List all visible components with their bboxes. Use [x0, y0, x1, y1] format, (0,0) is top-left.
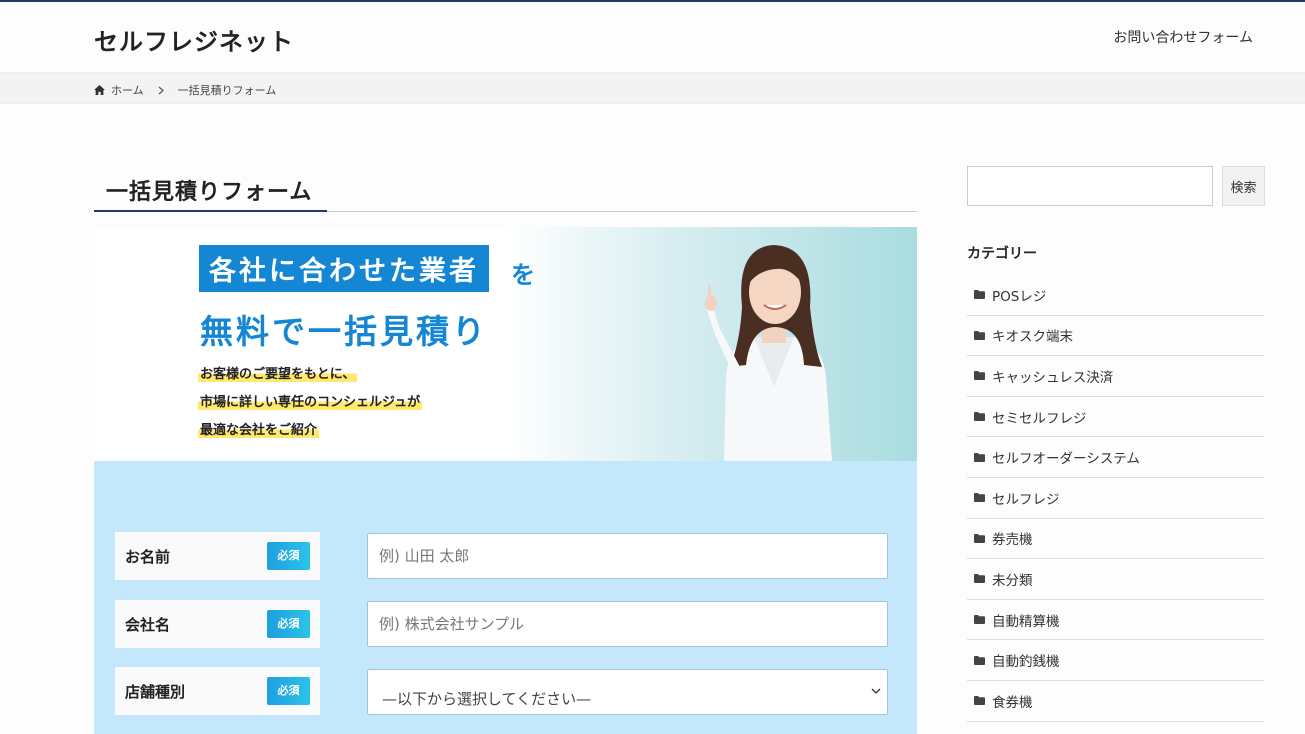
- folder-icon: [974, 452, 985, 462]
- category-label: 券売機: [992, 532, 1033, 549]
- concierge-woman-image: [705, 245, 832, 461]
- store-type-select[interactable]: —以下から選択してください—: [367, 669, 888, 715]
- form-label-text: お名前: [125, 548, 171, 566]
- folder-icon: [974, 290, 985, 300]
- form-label-text: 店舗種別: [125, 683, 186, 701]
- name-input[interactable]: [367, 533, 888, 579]
- sidebar: 検索 カテゴリー POSレジキオスク端末キャッシュレス決済 セミセルフレジセルフオ…: [967, 104, 1265, 734]
- folder-icon: [974, 655, 985, 665]
- category-label: セルフレジ: [992, 491, 1060, 508]
- form-label-company: 会社名 必須: [115, 600, 320, 648]
- required-badge: 必須: [267, 677, 310, 705]
- site-header: セルフレジネット お問い合わせフォーム: [0, 2, 1305, 72]
- search-button[interactable]: 検索: [1222, 166, 1265, 206]
- form-row-company: 会社名 必須: [115, 600, 888, 648]
- category-label: POSレジ: [992, 288, 1047, 305]
- hero-headline-suffix: を: [511, 261, 535, 289]
- category-item[interactable]: 食券機: [967, 681, 1264, 722]
- chevron-right-icon: [158, 86, 164, 94]
- category-item[interactable]: セミセルフレジ: [967, 397, 1264, 438]
- folder-icon: [974, 696, 985, 706]
- search-input[interactable]: [967, 166, 1213, 206]
- category-label: セルフオーダーシステム: [992, 451, 1140, 468]
- site-title[interactable]: セルフレジネット: [94, 22, 294, 57]
- hero-subtext-2: 市場に詳しい専任のコンシェルジュが: [198, 391, 423, 410]
- quote-form: お名前 必須 会社名 必須 店舗種別 必須 —以下から選択してください—: [94, 461, 917, 734]
- folder-icon: [974, 412, 985, 422]
- main-content: 一括見積りフォーム 各社に合わせた業者 を 無料で一括見積り お客様のご要望をも…: [94, 104, 917, 734]
- form-label-name: お名前 必須: [115, 532, 320, 580]
- category-heading: カテゴリー: [967, 246, 1037, 262]
- category-item[interactable]: 自動精算機: [967, 600, 1264, 641]
- form-label-text: 会社名: [125, 616, 171, 634]
- nav-contact-form-link[interactable]: お問い合わせフォーム: [1113, 27, 1253, 47]
- form-label-store-type: 店舗種別 必須: [115, 667, 320, 715]
- breadcrumb: ホーム 一括見積りフォーム: [0, 72, 1305, 104]
- category-label: 自動精算機: [992, 613, 1060, 630]
- chevron-down-icon: [871, 688, 881, 694]
- hero-title: 無料で一括見積り: [200, 312, 488, 351]
- category-list: POSレジキオスク端末キャッシュレス決済 セミセルフレジセルフオーダーシステム セル…: [967, 275, 1264, 722]
- category-item[interactable]: セルフレジ: [967, 478, 1264, 519]
- folder-icon: [974, 533, 985, 543]
- folder-icon: [974, 493, 985, 503]
- category-item[interactable]: 自動釣銭機: [967, 640, 1264, 681]
- category-item[interactable]: セルフオーダーシステム: [967, 437, 1264, 478]
- category-item[interactable]: キャッシュレス決済: [967, 356, 1264, 397]
- folder-icon: [974, 615, 985, 625]
- category-item[interactable]: POSレジ: [967, 275, 1264, 316]
- breadcrumb-current: 一括見積りフォーム: [177, 84, 277, 97]
- required-badge: 必須: [267, 610, 310, 638]
- category-item[interactable]: 未分類: [967, 559, 1264, 600]
- form-row-name: お名前 必須: [115, 532, 888, 580]
- page-title: 一括見積りフォーム: [106, 180, 313, 205]
- category-item[interactable]: 券売機: [967, 519, 1264, 560]
- company-input[interactable]: [367, 601, 888, 647]
- folder-icon: [974, 574, 985, 584]
- hero-subtext-1: お客様のご要望をもとに、: [198, 363, 358, 382]
- category-label: キャッシュレス決済: [992, 369, 1114, 386]
- category-label: 未分類: [992, 572, 1033, 589]
- category-item[interactable]: キオスク端末: [967, 316, 1264, 357]
- folder-icon: [974, 330, 985, 340]
- title-underline: [94, 210, 327, 212]
- breadcrumb-home-link[interactable]: ホーム: [111, 82, 144, 98]
- category-label: キオスク端末: [992, 329, 1073, 346]
- category-label: セミセルフレジ: [992, 410, 1087, 427]
- home-icon: [94, 85, 105, 95]
- form-row-store-type: 店舗種別 必須 —以下から選択してください—: [115, 667, 888, 715]
- category-label: 食券機: [992, 694, 1033, 711]
- store-type-select-value: —以下から選択してください—: [382, 690, 592, 708]
- page-title-block: 一括見積りフォーム: [94, 170, 917, 212]
- required-badge: 必須: [267, 542, 310, 570]
- category-label: 自動釣銭機: [992, 654, 1060, 671]
- hero-subtext-3: 最適な会社をご紹介: [198, 419, 320, 438]
- hero-banner: 各社に合わせた業者 を 無料で一括見積り お客様のご要望をもとに、 市場に詳しい…: [94, 227, 917, 461]
- folder-icon: [974, 371, 985, 381]
- hero-headline: 各社に合わせた業者: [199, 245, 489, 292]
